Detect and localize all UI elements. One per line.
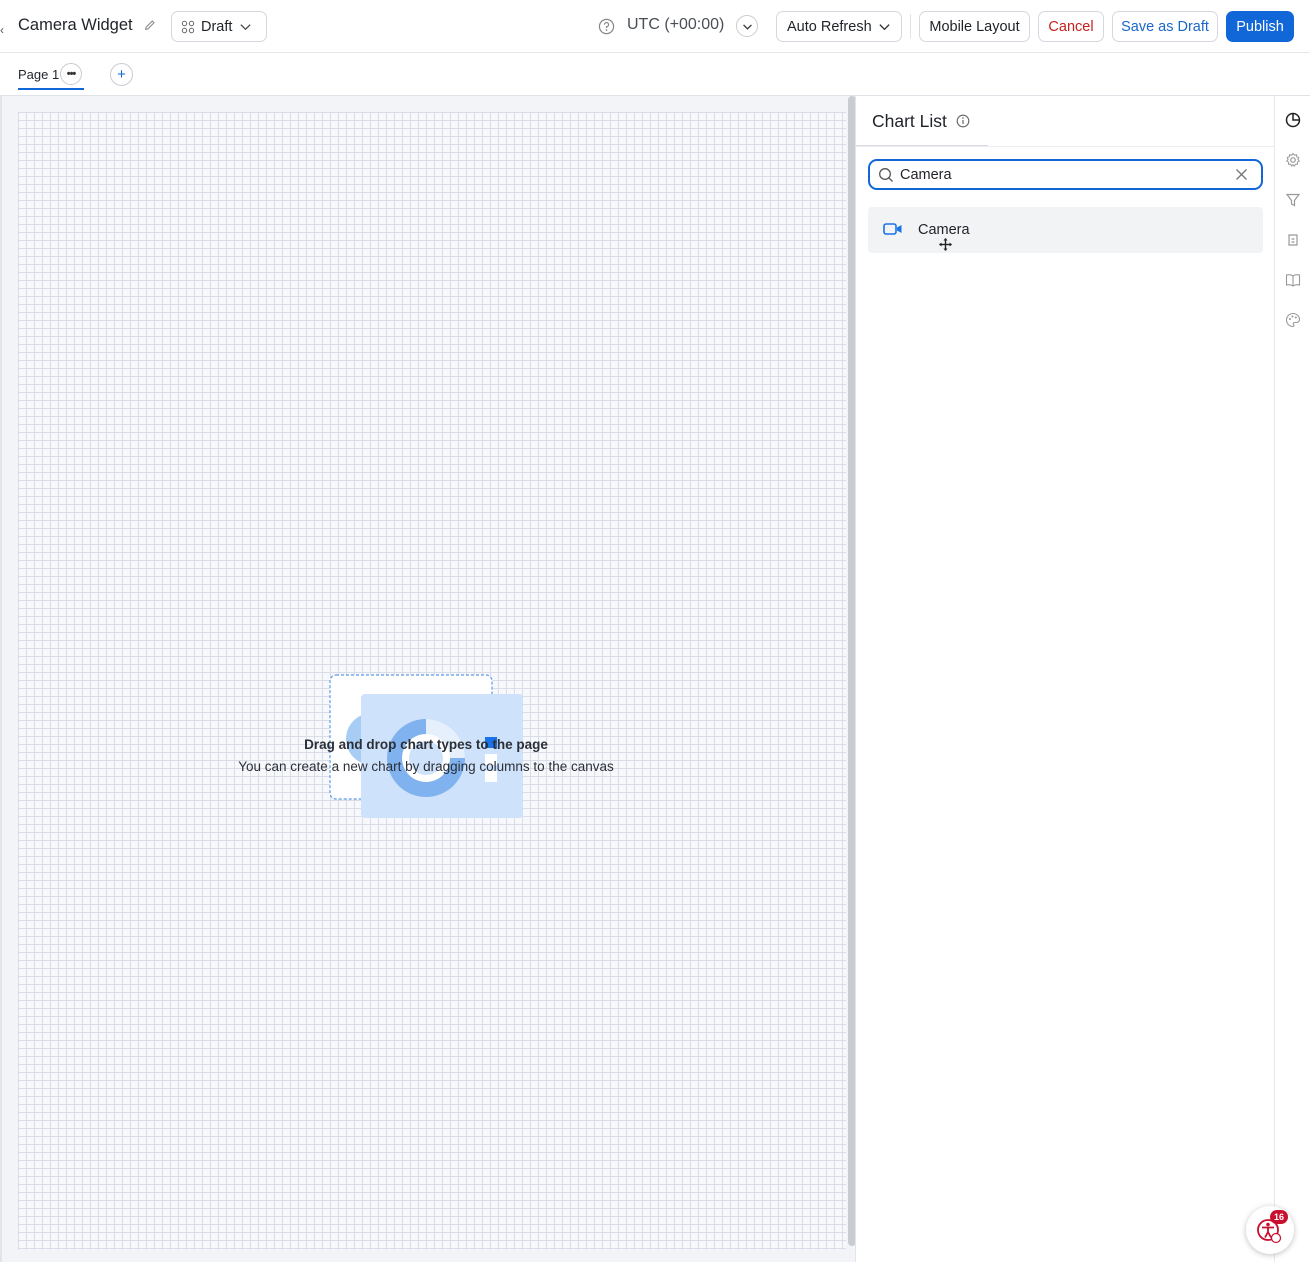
add-page-button[interactable]: + xyxy=(110,63,133,86)
page-tabs-bar: Page 1 ••• + xyxy=(0,53,1310,96)
filter-icon[interactable] xyxy=(1285,192,1301,208)
page-more-button[interactable]: ••• xyxy=(60,63,82,85)
chart-type-label: Camera xyxy=(918,222,970,238)
pencil-icon[interactable] xyxy=(143,18,157,32)
mobile-layout-button[interactable]: Mobile Layout xyxy=(919,11,1030,42)
back-caret-icon[interactable]: ‹ xyxy=(0,23,4,37)
chart-icon[interactable] xyxy=(1285,112,1301,128)
auto-refresh-label: Auto Refresh xyxy=(787,18,872,35)
panel-title: Chart List xyxy=(872,111,947,131)
tab-page-1[interactable]: Page 1 ••• xyxy=(18,63,84,90)
toolbar-divider xyxy=(910,14,911,38)
status-dropdown[interactable]: Draft xyxy=(171,11,267,42)
search-icon xyxy=(879,168,893,182)
video-camera-icon xyxy=(883,223,902,235)
side-icon-rail xyxy=(1274,96,1310,1262)
chart-search-box[interactable] xyxy=(868,159,1263,190)
tab-label: Page 1 xyxy=(18,67,60,82)
close-icon[interactable] xyxy=(1235,168,1248,181)
empty-state-title: Drag and drop chart types to the page xyxy=(304,737,548,752)
chevron-down-icon xyxy=(240,24,251,31)
data-source-icon[interactable] xyxy=(1285,232,1301,248)
save-as-draft-button[interactable]: Save as Draft xyxy=(1112,11,1218,42)
top-bar: ‹ Camera Widget Draft UTC (+00:00) Auto … xyxy=(0,0,1310,53)
help-icon[interactable] xyxy=(598,18,615,35)
notification-badge: 16 xyxy=(1270,1210,1288,1224)
dashboard-title: Camera Widget xyxy=(18,16,133,34)
chevron-down-icon xyxy=(879,24,890,31)
timezone-dropdown[interactable] xyxy=(736,15,758,37)
grid-dots-icon xyxy=(181,20,195,33)
publish-button[interactable]: Publish xyxy=(1226,11,1294,42)
dashboard-canvas[interactable]: Drag and drop chart types to the page Yo… xyxy=(0,96,856,1262)
chart-type-item-camera[interactable]: Camera xyxy=(868,207,1263,253)
panel-divider xyxy=(856,146,1275,147)
status-label: Draft xyxy=(201,18,233,35)
timezone-label: UTC (+00:00) xyxy=(627,16,725,33)
chart-search-input[interactable] xyxy=(900,165,1220,185)
auto-refresh-dropdown[interactable]: Auto Refresh xyxy=(776,11,902,42)
move-cursor-icon xyxy=(939,238,952,251)
chevron-down-icon xyxy=(742,23,752,30)
book-icon[interactable] xyxy=(1285,272,1301,288)
cancel-button[interactable]: Cancel xyxy=(1038,11,1104,42)
empty-state-subtitle: You can create a new chart by dragging c… xyxy=(238,759,614,774)
info-icon[interactable] xyxy=(956,114,970,128)
palette-icon[interactable] xyxy=(1285,312,1301,328)
chart-list-panel: Chart List Camera xyxy=(855,96,1275,1262)
accessibility-button[interactable]: 16 xyxy=(1246,1206,1294,1254)
gear-icon[interactable] xyxy=(1285,152,1301,168)
